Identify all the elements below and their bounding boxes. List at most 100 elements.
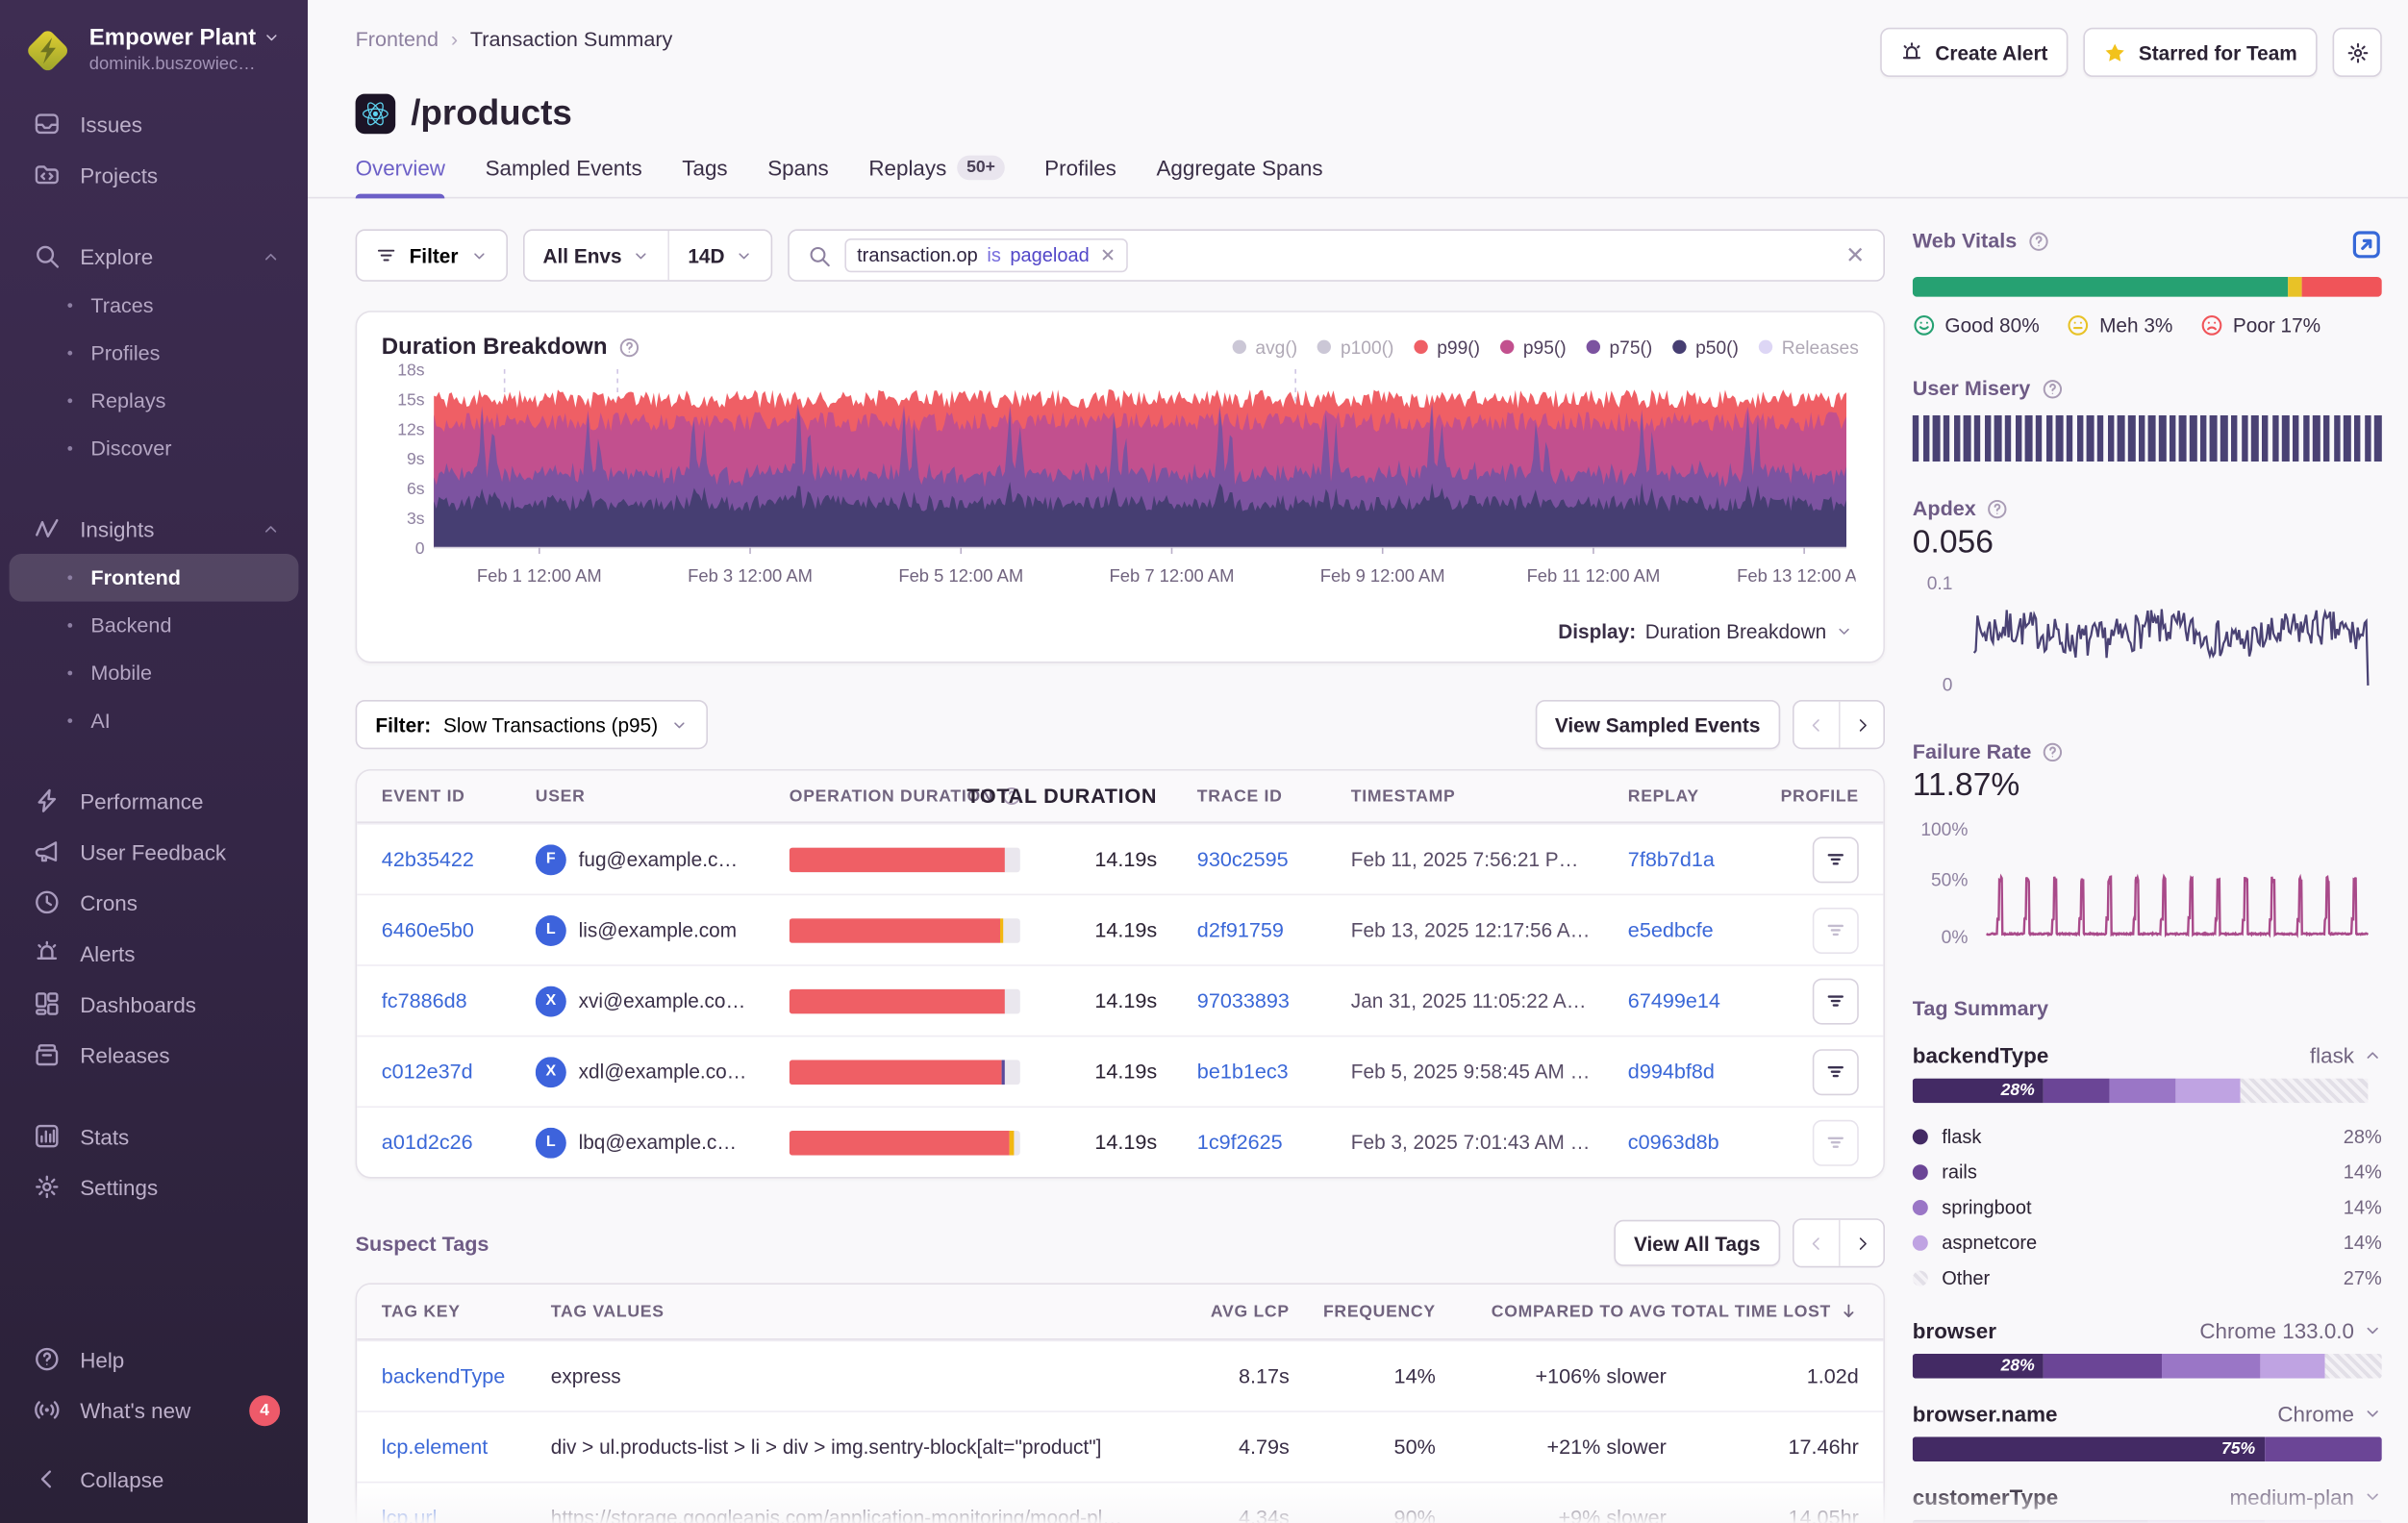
tag-key-link[interactable]: lcp.element: [382, 1436, 551, 1459]
profile-button[interactable]: [1813, 1119, 1859, 1165]
legend-item-p75[interactable]: p75(): [1587, 337, 1653, 358]
tag-distribution-bar[interactable]: 75%: [1913, 1436, 2382, 1461]
tab-overview[interactable]: Overview: [356, 156, 445, 197]
profile-button[interactable]: [1813, 1048, 1859, 1094]
search-token[interactable]: transaction.op is pageload ✕: [844, 238, 1128, 272]
breadcrumb-project[interactable]: Frontend: [356, 28, 439, 51]
operation-duration-bar[interactable]: [790, 917, 1020, 942]
duration-breakdown-chart[interactable]: 18s15s12s9s6s3s0Feb 1 12:00 AMFeb 3 12:0…: [382, 360, 1859, 611]
tab-profiles[interactable]: Profiles: [1044, 156, 1116, 197]
tag-key-link[interactable]: lcp.url: [382, 1506, 551, 1523]
pager-next-button[interactable]: [1839, 1220, 1883, 1266]
tag-legend-row[interactable]: flask28%: [1913, 1118, 2382, 1154]
event-id-link[interactable]: 6460e5b0: [382, 918, 536, 941]
legend-item-p99[interactable]: p99(): [1414, 337, 1480, 358]
sidebar-item-settings[interactable]: Settings: [10, 1161, 299, 1212]
sidebar-item-profiles[interactable]: Profiles: [10, 329, 299, 377]
token-remove-icon[interactable]: ✕: [1097, 244, 1116, 265]
event-id-link[interactable]: fc7886d8: [382, 989, 536, 1012]
date-range-selector[interactable]: 14D: [669, 231, 770, 280]
sidebar-item-backend[interactable]: Backend: [10, 602, 299, 650]
pager-next-button[interactable]: [1839, 702, 1883, 748]
event-id-link[interactable]: a01d2c26: [382, 1131, 536, 1154]
trace-id-link[interactable]: 1c9f2625: [1197, 1131, 1351, 1154]
sidebar-group-insights[interactable]: Insights: [10, 503, 299, 554]
search-clear-icon[interactable]: ✕: [1845, 241, 1865, 269]
search-input[interactable]: transaction.op is pageload ✕ ✕: [788, 229, 1885, 281]
sidebar-group-explore[interactable]: Explore: [10, 231, 299, 282]
sidebar-item-releases[interactable]: Releases: [10, 1029, 299, 1080]
question-icon[interactable]: [2027, 230, 2048, 251]
tag-legend-row[interactable]: rails14%: [1913, 1154, 2382, 1189]
profile-button[interactable]: [1813, 907, 1859, 953]
tag-value-selector[interactable]: Chrome 133.0.0: [2199, 1318, 2381, 1343]
profile-button[interactable]: [1813, 978, 1859, 1024]
column-header-total-time-lost[interactable]: TOTAL TIME LOST: [1667, 1302, 1859, 1322]
question-icon[interactable]: [2041, 378, 2062, 399]
starred-for-team-button[interactable]: Starred for Team: [2083, 28, 2317, 77]
question-icon[interactable]: [618, 337, 640, 358]
replay-id-link[interactable]: c0963d8b: [1628, 1131, 1767, 1154]
tag-value-selector[interactable]: medium-plan: [2230, 1485, 2382, 1510]
trace-id-link[interactable]: 97033893: [1197, 989, 1351, 1012]
legend-item-p100[interactable]: p100(): [1317, 337, 1394, 358]
legend-item-p50[interactable]: p50(): [1672, 337, 1739, 358]
legend-item-p95[interactable]: p95(): [1500, 337, 1567, 358]
tag-distribution-bar[interactable]: 28%: [1913, 1079, 2382, 1104]
view-all-tags-button[interactable]: View All Tags: [1614, 1220, 1780, 1266]
sidebar-item-replays[interactable]: Replays: [10, 377, 299, 425]
sidebar-item-crons[interactable]: Crons: [10, 877, 299, 928]
event-id-link[interactable]: c012e37d: [382, 1060, 536, 1083]
display-selector[interactable]: Duration Breakdown: [1645, 620, 1826, 643]
tag-distribution-bar[interactable]: 28%: [1913, 1354, 2382, 1379]
sidebar-item-ai[interactable]: AI: [10, 697, 299, 745]
tag-value-selector[interactable]: Chrome: [2277, 1402, 2381, 1427]
replay-id-link[interactable]: 7f8b7d1a: [1628, 848, 1767, 871]
sidebar-item-stats[interactable]: Stats: [10, 1111, 299, 1161]
transactions-filter-button[interactable]: Filter: Slow Transactions (p95): [356, 700, 708, 749]
tab-replays[interactable]: Replays50+: [868, 156, 1004, 197]
settings-gear-button[interactable]: [2333, 28, 2382, 77]
question-icon[interactable]: [2043, 740, 2064, 762]
filter-button[interactable]: Filter: [356, 229, 508, 281]
sidebar-item-projects[interactable]: Projects: [10, 149, 299, 200]
replay-id-link[interactable]: 67499e14: [1628, 989, 1767, 1012]
sidebar-item-traces[interactable]: Traces: [10, 282, 299, 330]
org-switcher[interactable]: Empower Plant dominik.buszowiec…: [0, 21, 308, 98]
external-link-icon[interactable]: [2351, 229, 2382, 260]
replay-id-link[interactable]: e5edbcfe: [1628, 918, 1767, 941]
tab-aggregate-spans[interactable]: Aggregate Spans: [1156, 156, 1322, 197]
legend-item-Releases[interactable]: Releases: [1759, 337, 1859, 358]
operation-duration-bar[interactable]: [790, 847, 1020, 872]
tag-key-link[interactable]: backendType: [382, 1364, 551, 1387]
operation-duration-bar[interactable]: [790, 988, 1020, 1013]
replay-id-link[interactable]: d994bf8d: [1628, 1060, 1767, 1083]
tab-spans[interactable]: Spans: [767, 156, 829, 197]
pager-prev-button[interactable]: [1794, 1220, 1839, 1266]
operation-duration-bar[interactable]: [790, 1130, 1020, 1155]
tab-tags[interactable]: Tags: [682, 156, 727, 197]
env-selector[interactable]: All Envs: [524, 231, 667, 280]
create-alert-button[interactable]: Create Alert: [1880, 28, 2069, 77]
sidebar-item-collapse[interactable]: Collapse: [10, 1454, 299, 1505]
event-id-link[interactable]: 42b35422: [382, 848, 536, 871]
question-icon[interactable]: [1987, 498, 2008, 519]
profile-button[interactable]: [1813, 836, 1859, 883]
pager-prev-button[interactable]: [1794, 702, 1839, 748]
trace-id-link[interactable]: be1b1ec3: [1197, 1060, 1351, 1083]
operation-duration-bar[interactable]: [790, 1060, 1020, 1085]
sidebar-item-user-feedback[interactable]: User Feedback: [10, 826, 299, 877]
sidebar-item-alerts[interactable]: Alerts: [10, 928, 299, 979]
sidebar-item-issues[interactable]: Issues: [10, 98, 299, 149]
sidebar-item-help[interactable]: Help: [10, 1334, 299, 1385]
tag-legend-row[interactable]: springboot14%: [1913, 1189, 2382, 1225]
sidebar-item-discover[interactable]: Discover: [10, 425, 299, 473]
view-sampled-events-button[interactable]: View Sampled Events: [1535, 700, 1780, 749]
sidebar-item-what-s-new[interactable]: What's new4: [10, 1385, 299, 1436]
tag-legend-row[interactable]: aspnetcore14%: [1913, 1225, 2382, 1261]
sidebar-item-dashboards[interactable]: Dashboards: [10, 979, 299, 1030]
tag-value-selector[interactable]: flask: [2310, 1043, 2382, 1068]
trace-id-link[interactable]: 930c2595: [1197, 848, 1351, 871]
trace-id-link[interactable]: d2f91759: [1197, 918, 1351, 941]
tag-legend-row[interactable]: Other27%: [1913, 1260, 2382, 1295]
